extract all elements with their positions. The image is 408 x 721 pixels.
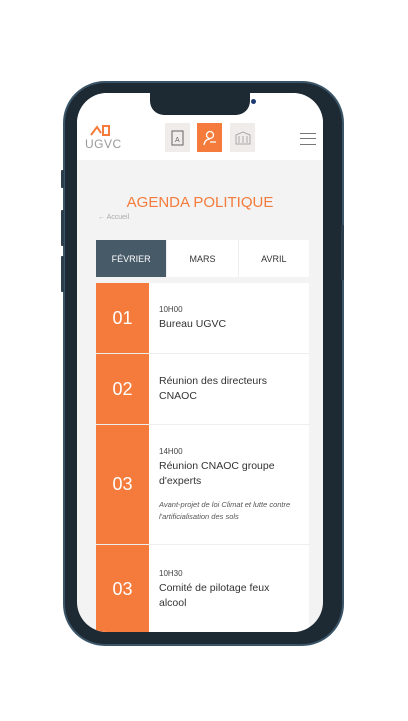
event-time: 10H30: [159, 568, 183, 578]
hamburger-menu-icon[interactable]: [300, 133, 316, 145]
event-row[interactable]: 01 10H00 Bureau UGVC: [96, 283, 309, 354]
phone-button: [61, 170, 64, 188]
logo[interactable]: UGVC: [85, 123, 121, 153]
event-row[interactable]: 02 Réunion des directeurs CNAOC: [96, 354, 309, 425]
event-description: Avant-projet de loi Climat et lutte cont…: [159, 499, 291, 521]
back-link[interactable]: ← Accueil: [98, 214, 129, 221]
event-name: Réunion des directeurs CNAOC: [159, 375, 267, 402]
notch: [150, 93, 250, 115]
event-name: Réunion CNAOC groupe d'experts: [159, 459, 275, 487]
building-icon[interactable]: [230, 123, 255, 152]
tab-avril[interactable]: AVRIL: [237, 240, 309, 277]
event-row[interactable]: 03 10H30 Comité de pilotage feux alcool: [96, 545, 309, 632]
event-day: 02: [96, 354, 149, 424]
phone-button: [341, 225, 344, 280]
phone-button: [61, 210, 64, 246]
tab-fevrier[interactable]: FÉVRIER: [96, 240, 167, 277]
event-time: 10H00: [159, 304, 183, 314]
event-name: Bureau UGVC: [159, 317, 227, 330]
month-tabs: FÉVRIER MARS AVRIL: [96, 240, 309, 277]
camera: [251, 99, 256, 104]
user-link-icon[interactable]: [197, 123, 222, 152]
logo-text: UGVC: [85, 137, 122, 151]
event-day: 03: [96, 545, 149, 632]
tab-mars[interactable]: MARS: [166, 240, 237, 277]
svg-text:A: A: [175, 137, 180, 144]
event-list: 01 10H00 Bureau UGVC 02 Réunion des direc…: [96, 283, 309, 632]
event-row[interactable]: 03 14H00 Réunion CNAOC groupe d'experts Av…: [96, 425, 309, 545]
phone-button: [61, 256, 64, 292]
back-label: Accueil: [106, 214, 130, 221]
event-time: 14H00: [159, 446, 183, 456]
event-day: 03: [96, 425, 149, 544]
book-icon[interactable]: A: [165, 123, 190, 152]
event-day: 01: [96, 283, 149, 353]
page-title: AGENDA POLITIQUE: [126, 194, 274, 211]
screen: UGVC A AGENDA POLITIQUE ← Accueil FÉVRIE…: [77, 93, 323, 632]
event-name: Comité de pilotage feux alcool: [159, 581, 270, 609]
logo-icon: [90, 125, 110, 136]
